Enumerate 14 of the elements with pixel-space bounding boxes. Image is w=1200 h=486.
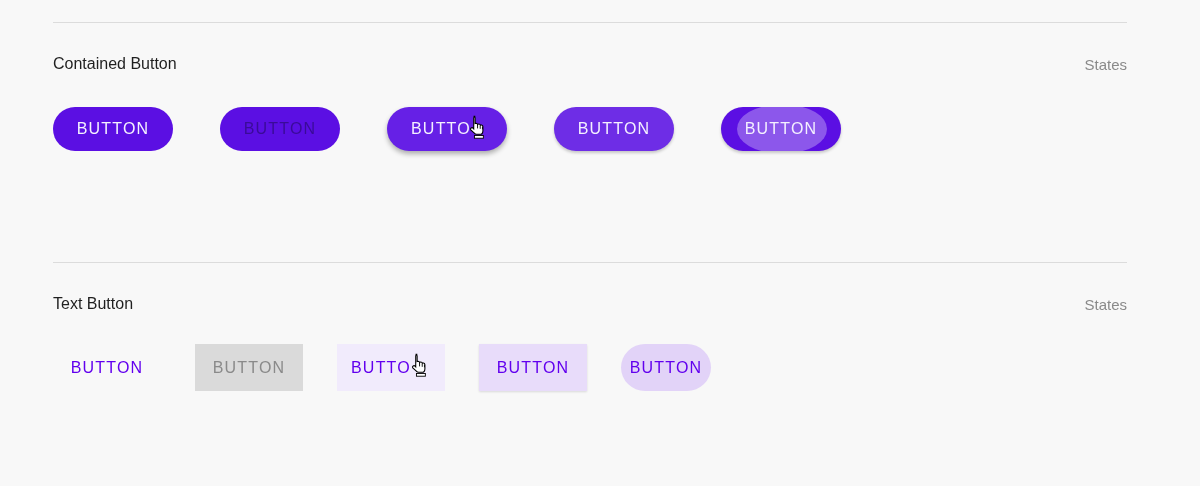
states-label: States bbox=[1084, 55, 1127, 73]
button[interactable]: BUTTON bbox=[53, 107, 173, 151]
section-title: Text Button bbox=[53, 295, 134, 313]
button[interactable]: BUTTON bbox=[554, 107, 674, 151]
states-label: States bbox=[1084, 295, 1127, 313]
hand-cursor-icon bbox=[411, 353, 429, 378]
button[interactable]: BUTTON bbox=[721, 107, 841, 151]
button[interactable]: BUTTO bbox=[387, 107, 507, 151]
button[interactable]: BUTTON bbox=[53, 344, 161, 391]
button[interactable]: BUTTO bbox=[337, 344, 445, 391]
section-title: Contained Button bbox=[53, 55, 177, 73]
button[interactable]: BUTTON bbox=[479, 344, 587, 391]
button[interactable]: BUTTON bbox=[621, 344, 711, 391]
hand-cursor-icon bbox=[469, 115, 487, 140]
